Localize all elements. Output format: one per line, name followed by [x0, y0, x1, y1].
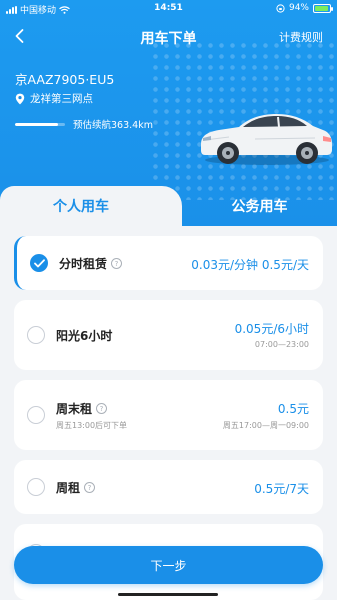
plan-card-sunshine[interactable]: 阳光6小时 0.05元/6小时 07:00—23:00: [14, 300, 323, 370]
plan-hours: 07:00—23:00: [254, 340, 309, 349]
status-bar: 中国移动 14:51 94%: [0, 0, 337, 18]
checkmark-icon: [34, 259, 45, 268]
plan-card-timeshare[interactable]: 分时租赁 ? 0.03元/分钟 0.5元/天: [14, 236, 323, 290]
range-bar: [15, 122, 65, 126]
fee-rules-link[interactable]: 计费规则: [279, 29, 323, 45]
plan-price: 0.5元: [277, 402, 309, 416]
rotation-lock-icon: [276, 3, 285, 13]
radio-weekly[interactable]: [27, 478, 45, 496]
range-bar-fill: [15, 122, 58, 126]
plan-card-weekly[interactable]: 周租 ? 0.5元/7天: [14, 460, 323, 514]
radio-sunshine[interactable]: [27, 326, 45, 344]
battery-percent: 94%: [288, 3, 309, 13]
plan-price: 0.03元/分钟 0.5元/天: [191, 258, 309, 272]
nav-bar: 用车下单 计费规则: [0, 24, 337, 50]
help-icon[interactable]: ?: [84, 482, 96, 493]
battery-level: [315, 5, 329, 11]
plan-name: 周租: [56, 481, 81, 495]
back-button[interactable]: [10, 26, 30, 46]
plan-card-weekend[interactable]: 周末租 ? 周五13:00后可下单 0.5元 周五17:00—周一09:00: [14, 380, 323, 450]
usage-tabs: 个人用车 公务用车: [0, 186, 337, 226]
chevron-left-icon: [15, 29, 24, 43]
plan-price: 0.05元/6小时: [234, 322, 309, 336]
range-label: 预估续航363.4km: [73, 120, 153, 131]
radio-weekend[interactable]: [27, 406, 45, 424]
plan-price: 0.5元/7天: [254, 482, 309, 496]
battery-icon: [313, 3, 333, 13]
range-row: 预估续航363.4km: [15, 117, 153, 131]
tab-business[interactable]: 公务用车: [182, 186, 337, 226]
next-step-button[interactable]: 下一步: [14, 546, 323, 584]
plan-note: 周五13:00后可下单: [56, 421, 128, 430]
car-image: [201, 114, 332, 165]
plan-list: 分时租赁 ? 0.03元/分钟 0.5元/天 阳光6小时 0.05元/6小时 0…: [0, 226, 337, 600]
plan-name: 阳光6小时: [56, 329, 113, 343]
help-icon[interactable]: ?: [96, 403, 108, 414]
plan-hours: 周五17:00—周一09:00: [222, 421, 309, 430]
plan-name: 分时租赁: [59, 257, 108, 271]
license-plate: 京AAZ7905·EU5: [15, 72, 115, 87]
location-pin-icon: [15, 93, 25, 104]
tab-personal[interactable]: 个人用车: [0, 186, 182, 226]
station-name: 龙祥第三网点: [30, 93, 93, 105]
home-indicator: [118, 593, 218, 596]
station-row: 龙祥第三网点: [15, 91, 93, 106]
plan-name: 周末租: [56, 402, 93, 416]
help-icon[interactable]: ?: [111, 258, 123, 269]
radio-timeshare[interactable]: [30, 254, 48, 272]
